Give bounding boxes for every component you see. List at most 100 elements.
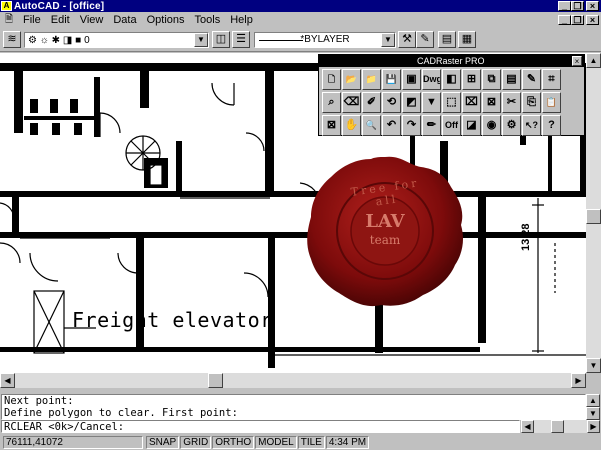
command-history[interactable]: Next point: Define polygon to clear. Firs… bbox=[1, 394, 586, 420]
scroll-up-icon[interactable]: ▲ bbox=[586, 53, 601, 68]
open-icon[interactable]: 📂 bbox=[342, 69, 361, 90]
dwg-icon[interactable]: Dwg bbox=[422, 69, 441, 90]
scroll-right-icon[interactable]: ▶ bbox=[571, 373, 586, 388]
copy-icon[interactable]: ⎘ bbox=[522, 92, 541, 113]
minimize-button[interactable]: _ bbox=[558, 1, 571, 11]
history-line: Define polygon to clear. First point: bbox=[4, 407, 238, 419]
tile-toggle[interactable]: TILE bbox=[297, 436, 325, 449]
linetype-value: *BYLAYER bbox=[300, 34, 350, 45]
layer-state-icons: ⚙ ☼ ✱ ◨ ■ bbox=[28, 34, 82, 46]
menu-help[interactable]: Help bbox=[225, 14, 258, 26]
grid-icon[interactable]: ⌗ bbox=[542, 69, 561, 90]
cut-icon[interactable]: ✂ bbox=[502, 92, 521, 113]
insert-image-icon[interactable]: ▣ bbox=[402, 69, 421, 90]
redo-icon[interactable]: ↷ bbox=[402, 115, 421, 136]
scroll-left-icon[interactable]: ◀ bbox=[0, 373, 15, 388]
open-folder-icon[interactable]: 📁 bbox=[362, 69, 381, 90]
save-icon[interactable]: 💾 bbox=[382, 69, 401, 90]
menu-options[interactable]: Options bbox=[142, 14, 190, 26]
wax-seal-image: Tree for all LAV team bbox=[305, 153, 465, 309]
pan-hand-icon[interactable]: ✋ bbox=[342, 115, 361, 136]
inquiry-icon[interactable]: ▦ bbox=[458, 31, 476, 48]
pen-erase-icon[interactable]: ✐ bbox=[362, 92, 381, 113]
snap-toggle[interactable]: SNAP bbox=[146, 436, 180, 449]
vertical-scrollbar[interactable]: ▲ ▼ bbox=[586, 53, 601, 373]
clip-icon[interactable]: ⧉ bbox=[482, 69, 501, 90]
make-layer-current-icon[interactable]: ◫ bbox=[212, 31, 230, 48]
grid-settings-icon[interactable]: ⚙ bbox=[502, 115, 521, 136]
image-frame-icon[interactable]: ◧ bbox=[442, 69, 461, 90]
command-window: Next point: Define polygon to clear. Firs… bbox=[0, 389, 601, 434]
command-scroll-thumb[interactable] bbox=[551, 420, 564, 433]
menu-tools[interactable]: Tools bbox=[190, 14, 226, 26]
erase-icon[interactable]: ⌫ bbox=[342, 92, 361, 113]
color-control-icon[interactable]: ☰ bbox=[232, 31, 250, 48]
help-icon[interactable]: ? bbox=[542, 115, 561, 136]
doc-restore-button[interactable]: ❐ bbox=[571, 15, 584, 25]
rotate-icon[interactable]: ⟲ bbox=[382, 92, 401, 113]
doc-minimize-button[interactable]: _ bbox=[558, 15, 571, 25]
filter-icon[interactable]: ▼ bbox=[422, 92, 441, 113]
target-icon[interactable]: ◉ bbox=[482, 115, 501, 136]
doc-close-button[interactable]: × bbox=[586, 15, 599, 25]
cadraster-toolbar[interactable]: CADRaster PRO × 🗋 📂 📁 💾 ▣ Dwg ◧ ⊞ ⧉ ▤ ✎ ⌗ ⌕ ⌫ ✐ ⟲ ◩ ▼ ⬚ ⌧ ⊠ ✂… bbox=[318, 54, 585, 136]
layers-icon[interactable]: ≋ bbox=[3, 31, 21, 48]
chevron-down-icon[interactable]: ▼ bbox=[194, 33, 208, 47]
image-window-icon[interactable]: ▤ bbox=[502, 69, 521, 90]
calibrate-icon[interactable]: ⊞ bbox=[462, 69, 481, 90]
history-line: Next point: bbox=[4, 395, 74, 407]
list-icon[interactable]: ▤ bbox=[438, 31, 456, 48]
command-line-scrollbar[interactable]: ◀ ▶ bbox=[521, 420, 600, 433]
vertical-scroll-thumb[interactable] bbox=[586, 209, 601, 224]
close-button[interactable]: × bbox=[586, 1, 599, 11]
zoom-icon[interactable]: 🔍 bbox=[362, 115, 381, 136]
scroll-left-icon[interactable]: ◀ bbox=[521, 420, 534, 433]
layer-control-dropdown[interactable]: ⚙ ☼ ✱ ◨ ■ 0 ▼ bbox=[24, 32, 209, 48]
menu-data[interactable]: Data bbox=[108, 14, 141, 26]
dimension-label: 13.28 bbox=[520, 223, 532, 251]
properties-icon[interactable]: ⚒ bbox=[398, 31, 416, 48]
scroll-right-icon[interactable]: ▶ bbox=[587, 420, 600, 433]
clear-icon[interactable]: ⊠ bbox=[322, 115, 341, 136]
coordinate-display[interactable]: 76111,41072 bbox=[3, 436, 143, 449]
pointer-help-icon[interactable]: ↖? bbox=[522, 115, 541, 136]
undo-icon[interactable]: ↶ bbox=[382, 115, 401, 136]
zoom-image-icon[interactable]: ⌕ bbox=[322, 92, 341, 113]
cadraster-title-bar[interactable]: CADRaster PRO × bbox=[319, 55, 584, 67]
match-properties-icon[interactable]: ✎ bbox=[416, 31, 434, 48]
horizontal-scroll-thumb[interactable] bbox=[208, 373, 223, 388]
linetype-control-dropdown[interactable]: *BYLAYER ▼ bbox=[254, 32, 396, 48]
new-icon[interactable]: 🗋 bbox=[322, 69, 341, 90]
transform-icon[interactable]: ⬚ bbox=[442, 92, 461, 113]
status-bar: 76111,41072 SNAP GRID ORTHO MODEL TILE 4… bbox=[0, 435, 601, 450]
command-history-scrollbar[interactable]: ▲ ▼ bbox=[586, 394, 600, 420]
invert-icon[interactable]: ◩ bbox=[402, 92, 421, 113]
menu-edit[interactable]: Edit bbox=[46, 14, 75, 26]
menu-file[interactable]: File bbox=[18, 14, 46, 26]
contrast-icon[interactable]: ◪ bbox=[462, 115, 481, 136]
scroll-down-icon[interactable]: ▼ bbox=[586, 358, 601, 373]
scroll-down-icon[interactable]: ▼ bbox=[586, 407, 600, 420]
hand-draw-icon[interactable]: ✎ bbox=[522, 69, 541, 90]
command-line-input[interactable]: RCLEAR <0k>/Cancel: bbox=[1, 420, 520, 433]
autocad-app-icon[interactable]: A bbox=[1, 1, 12, 11]
off-icon[interactable]: Off bbox=[442, 115, 461, 136]
scrollbar-corner bbox=[586, 373, 601, 388]
model-toggle[interactable]: MODEL bbox=[255, 436, 297, 449]
restore-button[interactable]: ❐ bbox=[571, 1, 584, 11]
scroll-up-icon[interactable]: ▲ bbox=[586, 394, 600, 407]
menu-view[interactable]: View bbox=[75, 14, 109, 26]
chevron-down-icon[interactable]: ▼ bbox=[381, 33, 395, 47]
document-icon[interactable]: 🗎 bbox=[3, 14, 15, 26]
ortho-toggle[interactable]: ORTHO bbox=[212, 436, 255, 449]
horizontal-scrollbar[interactable]: ◀ ▶ bbox=[0, 373, 586, 388]
close-icon[interactable]: × bbox=[572, 56, 582, 66]
grid-toggle[interactable]: GRID bbox=[180, 436, 212, 449]
pencil-icon[interactable]: ✏ bbox=[422, 115, 441, 136]
delete-raster-icon[interactable]: ⊠ bbox=[482, 92, 501, 113]
crop-icon[interactable]: ⌧ bbox=[462, 92, 481, 113]
paste-icon[interactable]: 📋 bbox=[542, 92, 561, 113]
